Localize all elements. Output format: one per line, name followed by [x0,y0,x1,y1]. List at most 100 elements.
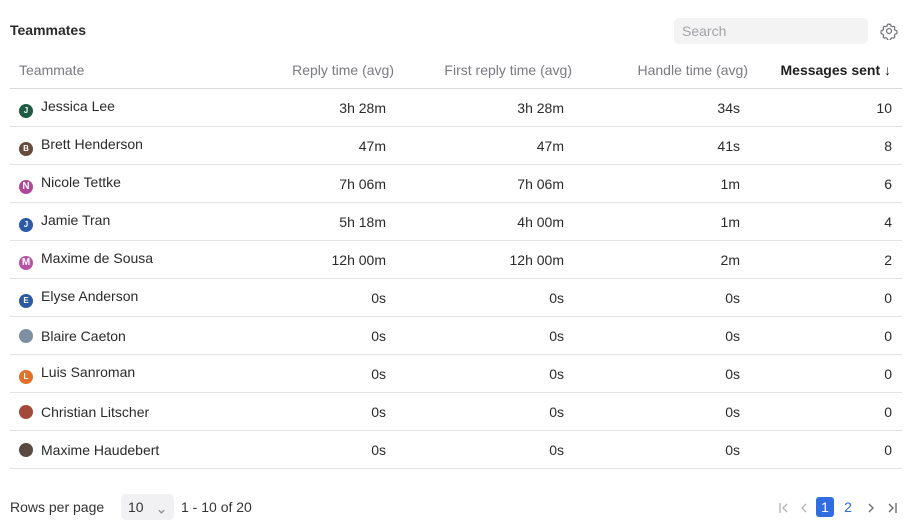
avatar [19,328,33,343]
handle-time-cell: 0s [572,278,748,317]
avatar: J [19,103,33,118]
panel-title: Teammates [10,22,87,38]
messages-sent-cell: 0 [748,430,902,469]
teammate-name: Blaire Caeton [41,327,126,344]
teammate-cell: E Elyse Anderson [10,278,230,317]
first-reply-time-cell: 0s [394,430,572,469]
messages-sent-cell: 6 [748,164,902,203]
first-reply-time-cell: 0s [394,354,572,393]
column-header-reply-time[interactable]: Reply time (avg) [230,52,394,89]
teammate-cell: B Brett Henderson [10,126,230,165]
table-row[interactable]: B Brett Henderson 47m 47m 41s 8 [10,126,902,165]
handle-time-cell: 41s [572,126,748,165]
messages-sent-cell: 2 [748,240,902,279]
table-row[interactable]: M Maxime de Sousa 12h 00m 12h 00m 2m 2 [10,240,902,279]
teammate-name: Jessica Lee [41,97,115,114]
handle-time-cell: 0s [572,392,748,431]
first-reply-time-cell: 0s [394,316,572,355]
teammate-name: Elyse Anderson [41,287,139,304]
teammate-cell: Blaire Caeton [10,316,230,355]
page-button-2[interactable]: 2 [839,497,857,517]
rows-per-page-select[interactable]: 10 [121,494,174,520]
messages-sent-cell: 0 [748,278,902,317]
messages-sent-cell: 10 [748,88,902,127]
handle-time-cell: 34s [572,88,748,127]
panel-header: Teammates [0,0,910,50]
pagination-range: 1 - 10 of 20 [181,499,252,515]
teammates-table: Teammate Reply time (avg) First reply ti… [10,52,902,469]
reply-time-cell: 0s [230,392,394,431]
next-page-icon[interactable] [866,498,876,518]
handle-time-cell: 2m [572,240,748,279]
column-header-teammate[interactable]: Teammate [10,52,230,89]
reply-time-cell: 0s [230,430,394,469]
rows-per-page-label: Rows per page [10,499,105,515]
table-row[interactable]: Christian Litscher 0s 0s 0s 0 [10,392,902,431]
first-reply-time-cell: 7h 06m [394,164,572,203]
first-page-icon[interactable] [778,498,790,518]
table-row[interactable]: J Jamie Tran 5h 18m 4h 00m 1m 4 [10,202,902,241]
teammate-name: Maxime de Sousa [41,249,154,266]
avatar: J [19,217,33,232]
first-reply-time-cell: 0s [394,278,572,317]
messages-sent-cell: 0 [748,392,902,431]
teammate-cell: J Jessica Lee [10,88,230,127]
reply-time-cell: 12h 00m [230,240,394,279]
first-reply-time-cell: 3h 28m [394,88,572,127]
teammate-cell: M Maxime de Sousa [10,240,230,279]
handle-time-cell: 0s [572,430,748,469]
table-row[interactable]: L Luis Sanroman 0s 0s 0s 0 [10,354,902,393]
messages-sent-cell: 8 [748,126,902,165]
avatar: B [19,141,33,156]
column-header-messages-sent[interactable]: Messages sent ↓ [748,52,902,89]
teammate-cell: Maxime Haudebert [10,430,230,469]
last-page-icon[interactable] [886,498,898,518]
reply-time-cell: 3h 28m [230,88,394,127]
previous-page-icon[interactable] [799,498,809,518]
reply-time-cell: 0s [230,316,394,355]
teammate-cell: Christian Litscher [10,392,230,431]
teammate-name: Luis Sanroman [41,363,136,380]
pagination-footer: Rows per page 10 1 - 10 of 20 1 2 [0,490,910,526]
table-row[interactable]: N Nicole Tettke 7h 06m 7h 06m 1m 6 [10,164,902,203]
table-row[interactable]: Maxime Haudebert 0s 0s 0s 0 [10,430,902,469]
teammate-cell: L Luis Sanroman [10,354,230,393]
reply-time-cell: 7h 06m [230,164,394,203]
reply-time-cell: 47m [230,126,394,165]
teammate-name: Nicole Tettke [41,173,121,190]
messages-sent-cell: 0 [748,354,902,393]
handle-time-cell: 1m [572,202,748,241]
gear-icon[interactable] [880,22,898,41]
avatar: L [19,369,33,384]
teammate-name: Christian Litscher [41,403,150,420]
avatar [19,442,33,457]
teammate-cell: N Nicole Tettke [10,164,230,203]
messages-sent-cell: 4 [748,202,902,241]
rows-per-page-value: 10 [128,499,144,515]
column-header-first-reply-time[interactable]: First reply time (avg) [394,52,572,89]
table-row[interactable]: E Elyse Anderson 0s 0s 0s 0 [10,278,902,317]
teammates-panel: Teammates Teammate Reply time (avg) Firs… [0,0,910,526]
reply-time-cell: 0s [230,278,394,317]
first-reply-time-cell: 47m [394,126,572,165]
table-row[interactable]: J Jessica Lee 3h 28m 3h 28m 34s 10 [10,88,902,127]
teammate-cell: J Jamie Tran [10,202,230,241]
first-reply-time-cell: 4h 00m [394,202,572,241]
handle-time-cell: 0s [572,354,748,393]
table-row[interactable]: Blaire Caeton 0s 0s 0s 0 [10,316,902,355]
first-reply-time-cell: 12h 00m [394,240,572,279]
handle-time-cell: 0s [572,316,748,355]
table-header-row: Teammate Reply time (avg) First reply ti… [10,52,902,89]
page-button-1[interactable]: 1 [816,497,834,517]
reply-time-cell: 0s [230,354,394,393]
messages-sent-cell: 0 [748,316,902,355]
column-header-handle-time[interactable]: Handle time (avg) [572,52,748,89]
avatar: N [19,179,33,194]
teammate-name: Brett Henderson [41,135,143,152]
handle-time-cell: 1m [572,164,748,203]
avatar: E [19,293,33,308]
search-input[interactable] [674,18,868,44]
avatar: M [19,255,33,270]
teammate-name: Jamie Tran [41,211,111,228]
first-reply-time-cell: 0s [394,392,572,431]
